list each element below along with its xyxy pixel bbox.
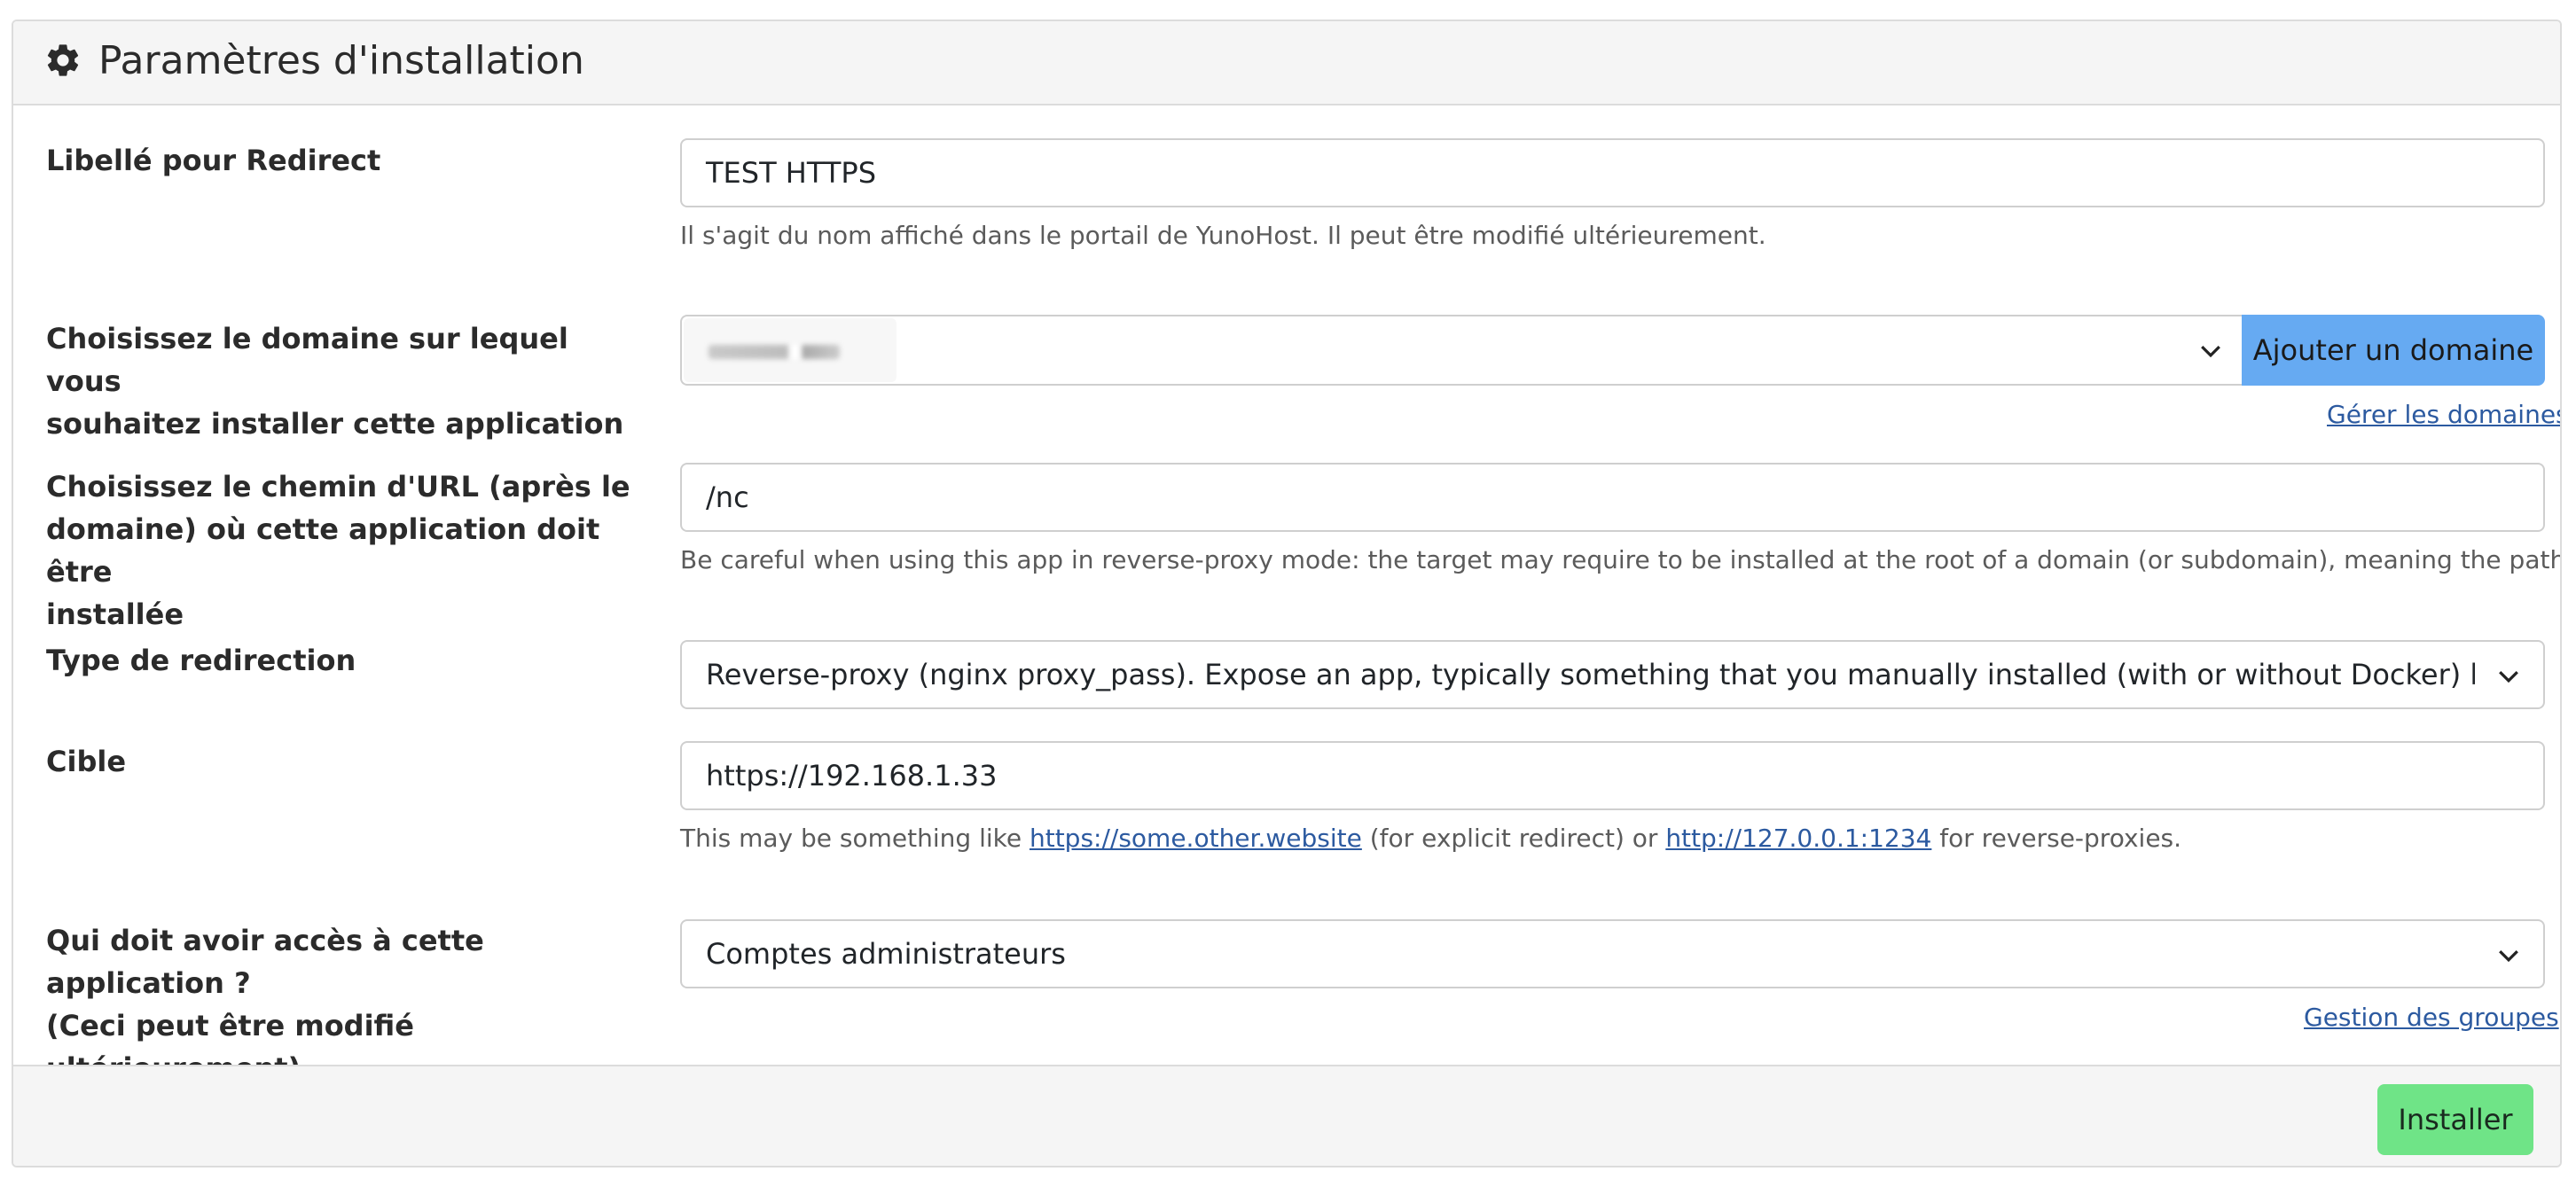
label-help-text: Il s'agit du nom affiché dans le portail… [680, 221, 1766, 250]
manage-domains-link[interactable]: Gérer les domaines [2327, 397, 2560, 433]
redirect-type-select[interactable]: Reverse-proxy (nginx proxy_pass). Expose… [680, 640, 2545, 709]
access-value: Comptes administrateurs [706, 937, 1066, 971]
redirect-type-value: Reverse-proxy (nginx proxy_pass). Expose… [706, 658, 2475, 691]
gear-icon [47, 44, 79, 76]
card-header: Paramètres d'installation [13, 21, 2560, 105]
redirect-type-label: Type de redirection [46, 644, 356, 677]
page-title: Paramètres d'installation [98, 38, 584, 83]
install-settings-card: Paramètres d'installation Libellé pour R… [12, 20, 2562, 1167]
manage-groups-link[interactable]: Gestion des groupes [2304, 1000, 2559, 1035]
target-input[interactable]: https://192.168.1.33 [680, 741, 2545, 810]
domain-field-label: Choisissez le domaine sur lequel vous so… [46, 317, 631, 445]
path-label-line1: Choisissez le chemin d'URL (après le [46, 470, 630, 504]
redacted-domain [684, 318, 897, 382]
target-help-text: This may be something like https://some.… [680, 821, 2181, 856]
target-help-suffix: for reverse-proxies. [1931, 824, 2182, 853]
target-help-prefix: This may be something like [680, 824, 1030, 853]
chevron-down-icon [2201, 345, 2220, 358]
path-help-text: Be careful when using this app in revers… [680, 545, 2562, 574]
domain-select[interactable] [680, 315, 2245, 386]
chevron-down-icon [2499, 670, 2518, 683]
path-input[interactable]: /nc [680, 463, 2545, 532]
card-footer [13, 1065, 2560, 1166]
chevron-down-icon [2499, 949, 2518, 963]
domain-label-line1: Choisissez le domaine sur lequel vous [46, 322, 568, 398]
path-field-label: Choisissez le chemin d'URL (après le dom… [46, 465, 631, 636]
path-label-line2: domaine) où cette application doit être [46, 512, 600, 589]
label-field-label: Libellé pour Redirect [46, 144, 381, 177]
path-label-line3: installée [46, 597, 184, 631]
label-input[interactable]: TEST HTTPS [680, 138, 2545, 207]
access-label-line1: Qui doit avoir accès à cette application… [46, 924, 484, 1000]
target-help-middle: (for explicit redirect) or [1361, 824, 1666, 853]
add-domain-button[interactable]: Ajouter un domaine [2242, 315, 2545, 386]
access-select[interactable]: Comptes administrateurs [680, 919, 2545, 988]
install-button[interactable]: Installer [2377, 1084, 2533, 1155]
target-field-label: Cible [46, 745, 127, 778]
domain-label-line2: souhaitez installer cette application [46, 407, 624, 441]
example-proxy-link[interactable]: http://127.0.0.1:1234 [1665, 824, 1931, 853]
example-redirect-link[interactable]: https://some.other.website [1030, 824, 1362, 853]
